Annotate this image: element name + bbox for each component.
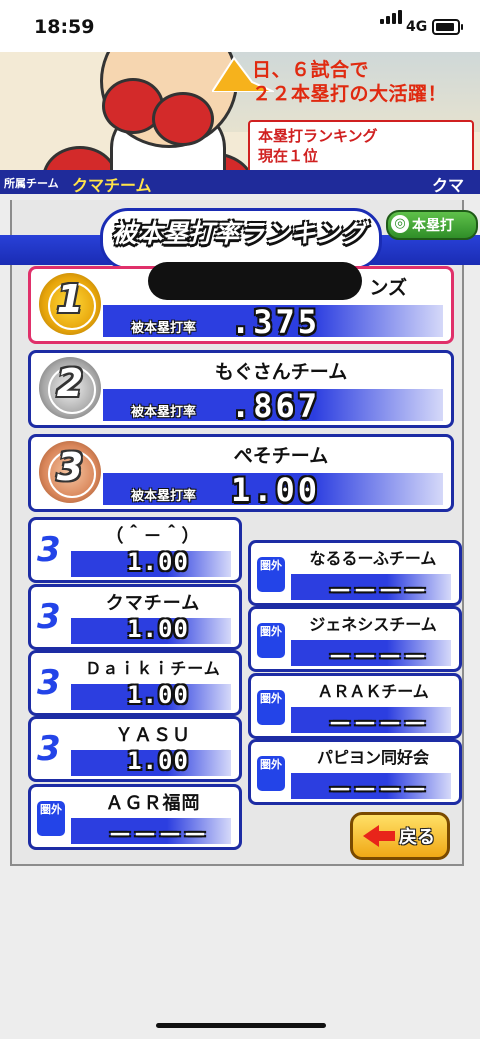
rank-number: 3 <box>37 729 61 769</box>
status-bar: 18:59 4G <box>0 0 480 52</box>
team-name: ＡＲＡＫチーム <box>317 682 429 701</box>
team-label: 所属チーム <box>4 177 59 190</box>
list-item[interactable]: 圏外 なるるーふチーム －－－－ <box>248 540 462 606</box>
player-banner: 日、６試合で ２２本塁打の大活躍！ 本塁打ランキング 現在１位 所属チーム クマ… <box>0 52 480 194</box>
list-item[interactable]: 3 Ｄａｉｋｉチーム 1.00 <box>28 650 242 716</box>
list-item[interactable]: 圏外 ジェネシスチーム －－－－ <box>248 606 462 672</box>
team-name: ぺそチーム <box>233 445 329 467</box>
toggle-label: 本塁打 <box>412 218 454 234</box>
gold-medal-icon: 1 <box>39 273 101 335</box>
rank-card-2[interactable]: 2 もぐさんチーム 被本塁打率 .867 <box>28 350 454 428</box>
banner-headline: 日、６試合で ２２本塁打の大活躍！ <box>252 59 448 105</box>
stat-value: .375 <box>231 303 321 341</box>
stat-value: －－－－ <box>108 821 208 849</box>
redacted-team-name <box>148 262 362 300</box>
team-name: パピヨン同好会 <box>316 748 429 767</box>
team-name: ＹＡＳＵ <box>115 725 191 746</box>
stat-value: －－－－ <box>328 776 428 804</box>
list-item[interactable]: 圏外 ＡＲＡＫチーム －－－－ <box>248 673 462 739</box>
stat-value: 1.00 <box>127 681 189 709</box>
rank-card-3[interactable]: 3 ぺそチーム 被本塁打率 1.00 <box>28 434 454 512</box>
stat-value: －－－－ <box>328 577 428 605</box>
bronze-medal-icon: 3 <box>39 441 101 503</box>
out-of-rank-badge: 圏外 <box>257 623 285 658</box>
stat-label: 被本塁打率 <box>131 405 197 420</box>
team-name: クマチーム <box>105 593 201 614</box>
stat-value: －－－－ <box>328 710 428 738</box>
stat-value: 1.00 <box>231 471 321 509</box>
list-item[interactable]: 3 クマチーム 1.00 <box>28 584 242 650</box>
back-label: 戻る <box>399 827 435 848</box>
network-type: 4G <box>406 19 428 35</box>
out-of-rank-badge: 圏外 <box>257 690 285 725</box>
out-of-rank-badge: 圏外 <box>37 801 65 836</box>
stat-value: 1.00 <box>127 548 189 576</box>
team-name: （＾－＾） <box>105 526 201 547</box>
out-of-rank-badge: 圏外 <box>257 557 285 592</box>
silver-medal-icon: 2 <box>39 357 101 419</box>
rank-number: 3 <box>37 597 61 637</box>
status-time: 18:59 <box>34 16 95 38</box>
team-name: ＡＧＲ福岡 <box>105 793 201 814</box>
team-name: Ｄａｉｋｉチーム <box>85 659 221 678</box>
list-item[interactable]: 3 ＹＡＳＵ 1.00 <box>28 716 242 782</box>
swap-icon: ◎ <box>391 215 409 233</box>
page-title: 被本塁打率ランキング <box>111 219 367 248</box>
team-name: もぐさんチーム <box>214 361 348 383</box>
list-item[interactable]: 圏外 ＡＧＲ福岡 －－－－ <box>28 784 242 850</box>
rank-number: 3 <box>37 530 61 570</box>
list-item[interactable]: 圏外 パピヨン同好会 －－－－ <box>248 739 462 805</box>
team-name: なるるーふチーム <box>309 549 437 568</box>
stat-label: 被本塁打率 <box>131 489 197 504</box>
out-of-rank-badge: 圏外 <box>257 756 285 791</box>
stat-value: 1.00 <box>127 615 189 643</box>
home-run-toggle-button[interactable]: ◎ 本塁打 <box>386 210 478 240</box>
stat-value: .867 <box>231 387 321 425</box>
list-item[interactable]: 3 （＾－＾） 1.00 <box>28 517 242 583</box>
ranking-box-text: 本塁打ランキング 現在１位 <box>258 127 378 165</box>
stat-value: 1.00 <box>127 747 189 775</box>
character-glove <box>152 92 214 146</box>
team-name: クマチーム <box>72 176 152 194</box>
back-button[interactable]: 戻る <box>350 812 450 860</box>
stat-value: －－－－ <box>328 643 428 671</box>
team-name: ジェネシスチーム <box>309 615 437 634</box>
stat-label: 被本塁打率 <box>131 321 197 336</box>
team-strip: 所属チーム クマチーム クマ <box>0 170 480 194</box>
battery-icon <box>432 19 463 35</box>
user-name: クマ <box>431 176 464 194</box>
home-indicator[interactable] <box>156 1023 326 1028</box>
rank-number: 3 <box>37 663 61 703</box>
